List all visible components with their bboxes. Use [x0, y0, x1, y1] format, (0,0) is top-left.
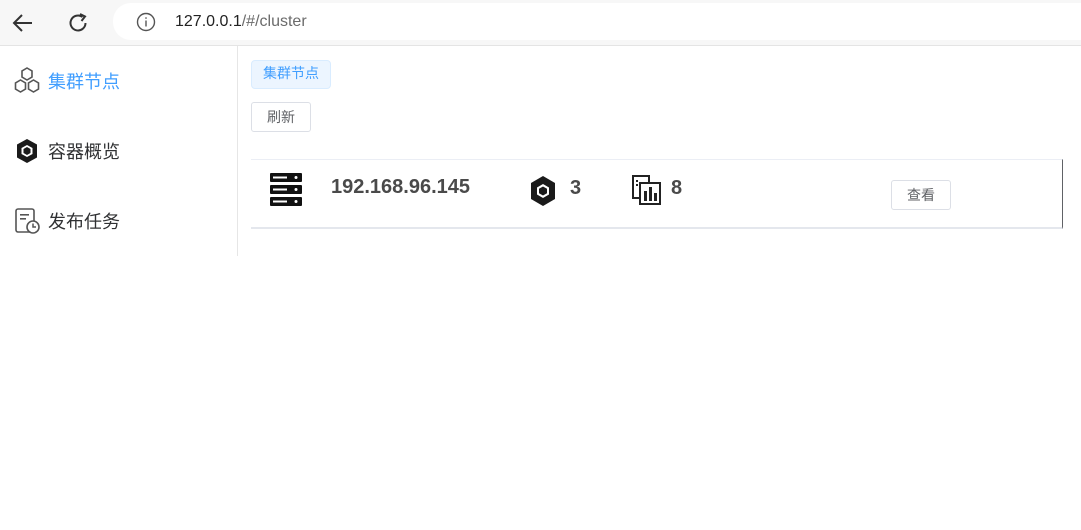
url-host: 127.0.0.1 [175, 12, 242, 30]
refresh-button[interactable]: 刷新 [251, 102, 311, 132]
view-button[interactable]: 查看 [891, 180, 951, 210]
sidebar-item-cluster-nodes[interactable]: 集群节点 [12, 63, 120, 99]
back-arrow-icon [12, 14, 32, 32]
containers-icon [526, 174, 560, 208]
back-button[interactable] [8, 8, 38, 38]
reload-button[interactable] [63, 8, 93, 38]
url-path: /#/cluster [241, 12, 307, 30]
cluster-nodes-tag: 集群节点 [251, 60, 331, 89]
sidebar-item-label: 集群节点 [48, 72, 120, 93]
info-icon[interactable] [135, 11, 157, 33]
image-count: 8 [671, 177, 683, 199]
server-icon [268, 172, 304, 208]
reload-icon [69, 13, 87, 32]
node-row: 192.168.96.145 3 8 查看 [251, 159, 1063, 229]
browser-toolbar: 127.0.0.1/#/cluster [0, 0, 1081, 46]
node-ip: 192.168.96.145 [331, 176, 471, 198]
sidebar-item-label: 容器概览 [48, 142, 120, 163]
sidebar-item-publish-task[interactable]: 发布任务 [12, 203, 120, 239]
container-overview-icon [12, 136, 42, 166]
cluster-nodes-icon [12, 66, 42, 96]
sidebar-item-container-overview[interactable]: 容器概览 [12, 133, 120, 169]
address-bar[interactable]: 127.0.0.1/#/cluster [113, 3, 1081, 40]
sidebar: 集群节点 容器概览 发布任务 [0, 46, 238, 256]
publish-task-icon [12, 206, 42, 236]
container-count: 3 [570, 177, 582, 199]
sidebar-item-label: 发布任务 [48, 212, 120, 233]
images-icon [630, 173, 664, 207]
url-text: 127.0.0.1/#/cluster [175, 13, 307, 31]
